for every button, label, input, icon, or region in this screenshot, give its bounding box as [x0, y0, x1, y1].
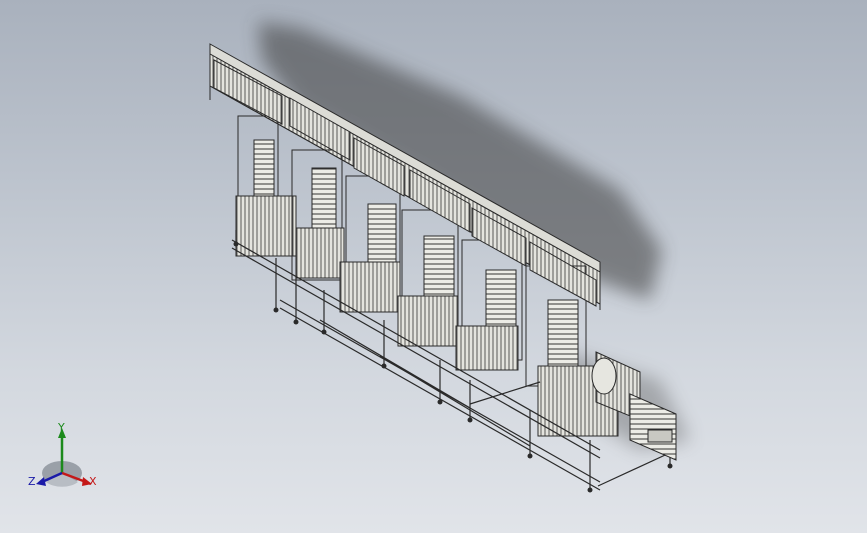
triad-y-label: Y: [58, 421, 65, 434]
triad-x-label: X: [89, 475, 97, 488]
cad-viewport[interactable]: Y Z X: [0, 0, 867, 533]
coordinate-triad[interactable]: Y Z X: [22, 418, 112, 498]
triad-z-label: Z: [28, 475, 36, 488]
assembly-model[interactable]: [0, 0, 867, 533]
